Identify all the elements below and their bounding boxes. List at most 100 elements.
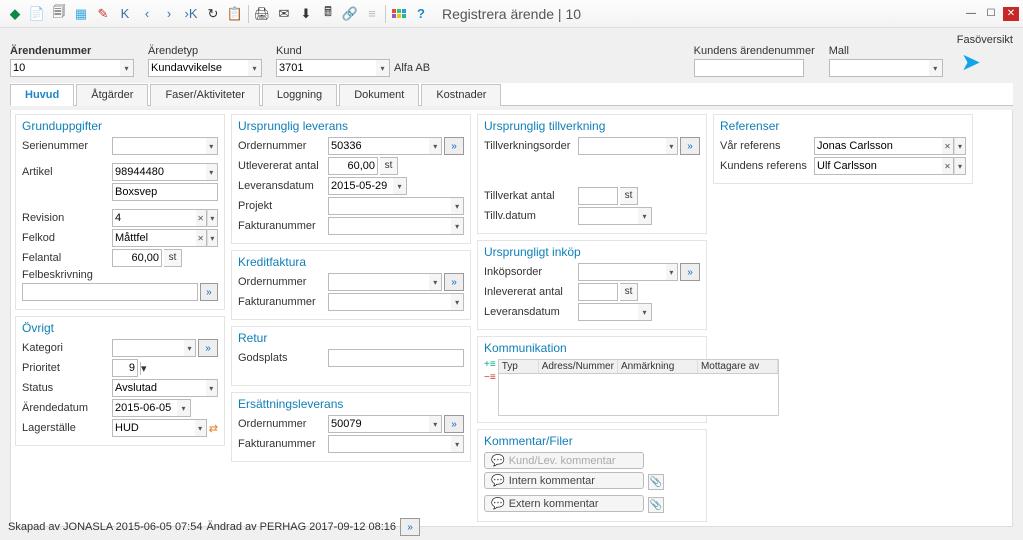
godsplats-input[interactable] [328,349,464,367]
dropdown-icon[interactable]: ▾ [429,273,442,291]
goto-button[interactable]: » [444,137,464,155]
footer-action-button[interactable]: » [400,518,420,536]
print-icon[interactable]: 🖨 [252,4,272,24]
tab-kostnader[interactable]: Kostnader [421,84,501,106]
felbeskrivning-input[interactable] [22,283,198,301]
arendetyp-field[interactable]: ▾ [148,59,262,77]
col-typ[interactable]: Typ [499,360,539,373]
col-anm[interactable]: Anmärkning [618,360,698,373]
serienummer-input[interactable] [112,137,206,155]
prev-icon[interactable]: ‹ [137,4,157,24]
ul-antal-input[interactable] [328,157,378,175]
paste-icon[interactable]: 📋 [225,4,245,24]
tv-antal-input[interactable] [578,187,618,205]
dropdown-icon[interactable]: ▾ [140,362,147,375]
dropdown-icon[interactable]: ▾ [954,137,966,155]
kf-order-input[interactable] [328,273,429,291]
ik-antal-input[interactable] [578,283,618,301]
dropdown-icon[interactable]: ▾ [638,207,652,225]
kund-ref-input[interactable] [814,157,942,175]
clear-icon[interactable]: ✕ [196,229,207,247]
var-ref-input[interactable] [814,137,942,155]
minimize-button[interactable]: — [963,7,979,21]
phase-arrow-icon[interactable]: ➤ [961,48,1013,77]
goto-button[interactable]: » [198,339,218,357]
clear-icon[interactable]: ✕ [196,209,207,227]
mail-icon[interactable]: ✉ [274,4,294,24]
tab-atgarder[interactable]: Åtgärder [76,84,148,106]
lagerstalle-input[interactable] [112,419,195,437]
tab-huvud[interactable]: Huvud [10,84,74,106]
prioritet-input[interactable] [112,359,138,377]
dropdown-icon[interactable]: ▾ [206,163,218,181]
tab-loggning[interactable]: Loggning [262,84,337,106]
artikel-input[interactable] [112,163,206,181]
col-adress[interactable]: Adress/Nummer [539,360,618,373]
dropdown-icon[interactable]: ▾ [184,339,196,357]
dropdown-icon[interactable]: ▾ [666,137,678,155]
goto-button[interactable]: » [444,415,464,433]
dropdown-icon[interactable]: ▾ [177,399,191,417]
dropdown-icon[interactable]: ▾ [451,217,464,235]
dropdown-icon[interactable]: ▾ [451,293,464,311]
apps-icon[interactable] [389,4,409,24]
list-icon[interactable]: ≡ [362,4,382,24]
dropdown-icon[interactable]: ▾ [248,59,262,77]
arendetyp-input[interactable] [148,59,248,77]
expand-button[interactable]: » [200,283,218,301]
dropdown-icon[interactable]: ▾ [429,415,442,433]
dropdown-icon[interactable]: ▾ [638,303,652,321]
help-icon[interactable]: ? [411,4,431,24]
dropdown-icon[interactable]: ▾ [207,209,218,227]
felantal-input[interactable] [112,249,162,267]
arendedatum-input[interactable] [112,399,177,417]
dropdown-icon[interactable]: ▾ [206,137,218,155]
dropdown-icon[interactable]: ▾ [666,263,678,281]
tab-dokument[interactable]: Dokument [339,84,419,106]
attach-icon[interactable]: 📎 [648,474,664,490]
kundens-arendenummer-input[interactable] [694,59,804,77]
er-faktura-input[interactable] [328,435,451,453]
first-icon[interactable]: K [115,4,135,24]
status-input[interactable] [112,379,206,397]
dropdown-icon[interactable]: ▾ [206,379,218,397]
clear-icon[interactable]: ✕ [942,137,954,155]
link-icon[interactable]: 🔗 [340,4,360,24]
maximize-button[interactable]: ☐ [983,7,999,21]
last-icon[interactable]: ›K [181,4,201,24]
intern-kommentar-button[interactable]: 💬Intern kommentar [484,472,644,489]
tv-order-input[interactable] [578,137,666,155]
dropdown-icon[interactable]: ▾ [929,59,943,77]
download-icon[interactable]: ⬇ [296,4,316,24]
arendenummer-field[interactable]: ▾ [10,59,134,77]
dropdown-icon[interactable]: ▾ [429,137,442,155]
ul-projekt-input[interactable] [328,197,451,215]
ul-ordernummer-input[interactable] [328,137,429,155]
calc-icon[interactable]: 🖩 [318,4,338,24]
tab-faser[interactable]: Faser/Aktiviteter [150,84,259,106]
dropdown-icon[interactable]: ▾ [376,59,390,77]
swap-icon[interactable]: ⇄ [209,422,218,435]
ik-order-input[interactable] [578,263,666,281]
dropdown-icon[interactable]: ▾ [195,419,207,437]
kund-input[interactable] [276,59,376,77]
edit-icon[interactable]: ✎ [93,4,113,24]
dropdown-icon[interactable]: ▾ [451,435,464,453]
goto-button[interactable]: » [680,263,700,281]
mall-input[interactable] [829,59,929,77]
kf-faktura-input[interactable] [328,293,451,311]
kund-field[interactable]: ▾ [276,59,390,77]
mall-field[interactable]: ▾ [829,59,943,77]
attach-icon[interactable]: 📎 [648,497,664,513]
dropdown-icon[interactable]: ▾ [954,157,966,175]
kategori-input[interactable] [112,339,184,357]
revision-input[interactable] [112,209,196,227]
copy-icon[interactable]: 🗐 [49,4,69,24]
dropdown-icon[interactable]: ▾ [120,59,134,77]
grid-icon[interactable]: ▦ [71,4,91,24]
dropdown-icon[interactable]: ▾ [207,229,218,247]
felkod-input[interactable] [112,229,196,247]
er-order-input[interactable] [328,415,429,433]
new-icon[interactable]: 📄 [27,4,47,24]
arendenummer-input[interactable] [10,59,120,77]
